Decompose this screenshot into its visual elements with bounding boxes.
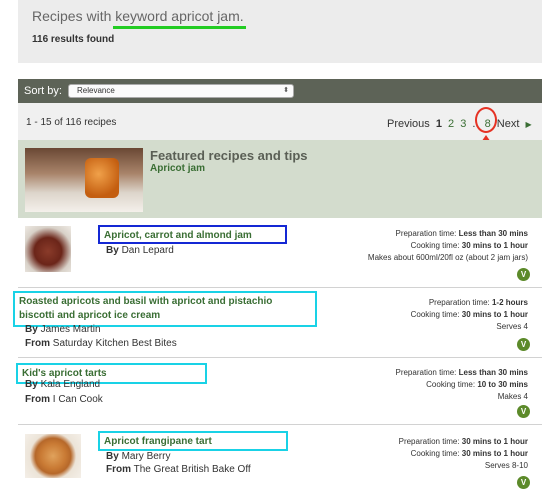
sort-bar: Sort by: Relevance ⬍ [18,79,542,103]
result-count: 116 results found [32,34,115,45]
vegetarian-badge-icon: V [517,405,530,418]
search-header: Recipes with keyword apricot jam. 116 re… [18,0,542,63]
by-label: By [106,245,119,256]
recipe-title-link[interactable]: Roasted apricots and basil with apricot … [13,291,317,327]
author-link[interactable]: Dan Lepard [122,245,174,256]
recipe-row: Roasted apricots and basil with apricot … [13,289,542,358]
recipe-source: From I Can Cook [25,394,103,405]
featured-panel: Featured recipes and tips Apricot jam [18,140,542,218]
yield-text: Serves 4 [496,322,528,331]
results-range: 1 - 15 of 116 recipes [26,117,117,128]
recipe-meta: Preparation time: Less than 30 mins Cook… [395,367,528,403]
recipe-meta: Preparation time: 1-2 hours Cooking time… [411,297,528,333]
next-link[interactable]: Next [497,118,520,130]
yield-text: Makes about 600ml/20fl oz (about 2 jam j… [367,253,528,262]
select-arrows-icon: ⬍ [283,87,289,94]
recipe-meta: Preparation time: 30 mins to 1 hour Cook… [399,436,528,472]
paging-row: 1 - 15 of 116 recipes Previous 1 2 3 .. … [18,103,542,140]
from-label: From [25,338,50,349]
prep-label: Preparation time: [398,437,460,446]
recipe-row: Kid's apricot tarts By Kala England From… [16,359,542,425]
author-link[interactable]: James Martin [41,324,101,335]
by-label: By [106,451,119,462]
featured-subtitle-link[interactable]: Apricot jam [150,163,205,174]
vegetarian-badge-icon: V [517,476,530,489]
search-keyword: keyword apricot jam. [115,8,244,24]
featured-jam-image[interactable] [25,148,143,212]
prep-value: Less than 30 mins [458,229,528,238]
recipe-thumbnail[interactable] [25,434,81,478]
prep-line: Preparation time: 30 mins to 1 hour [399,436,528,448]
recipe-author: By James Martin [25,324,101,335]
recipe-title-line-1: Roasted apricots and basil with apricot … [19,296,273,307]
sort-label: Sort by: [24,85,62,97]
vegetarian-badge-icon: V [517,338,530,351]
source-link[interactable]: I Can Cook [53,394,103,405]
yield-text: Makes 4 [497,392,528,401]
cook-value: 30 mins to 1 hour [461,310,528,319]
from-label: From [25,394,50,405]
from-label: From [106,464,131,475]
by-label: By [25,324,38,335]
recipe-author: By Mary Berry [106,451,170,462]
search-title-prefix: Recipes with [32,8,116,24]
cook-line: Cooking time: 30 mins to 1 hour [368,240,528,252]
recipe-title-line-2: biscotti and apricot ice cream [19,310,161,321]
recipe-row: Apricot frangipane tart By Mary Berry Fr… [18,426,542,496]
page-link-1[interactable]: 1 [436,118,442,130]
recipe-row: Apricot, carrot and almond jam By Dan Le… [18,219,542,288]
cook-label: Cooking time: [426,380,476,389]
prep-value: 1-2 hours [491,298,528,307]
prep-label: Preparation time: [395,368,457,377]
cook-line: Cooking time: 30 mins to 1 hour [411,309,528,321]
sort-selected-value: Relevance [77,86,115,95]
cook-value: 30 mins to 1 hour [461,241,528,250]
featured-title: Featured recipes and tips [150,148,308,163]
recipe-author: By Kala England [25,379,100,390]
by-label: By [25,379,38,390]
sort-select[interactable]: Relevance ⬍ [68,84,294,98]
cook-label: Cooking time: [410,310,460,319]
cook-label: Cooking time: [410,449,460,458]
source-link[interactable]: The Great British Bake Off [134,464,251,475]
yield-text: Serves 8-10 [484,461,528,470]
recipe-thumbnail[interactable] [25,226,71,272]
prep-value: 30 mins to 1 hour [461,437,528,446]
jam-jar-image [85,158,119,198]
pagination: Previous 1 2 3 .. 8 Next ▶ [387,118,535,130]
recipe-title-link[interactable]: Apricot, carrot and almond jam [98,225,287,244]
recipe-title-link[interactable]: Apricot frangipane tart [98,431,288,451]
prep-line: Preparation time: Less than 30 mins [395,367,528,379]
cook-line: Cooking time: 10 to 30 mins [395,379,528,391]
author-link[interactable]: Mary Berry [122,451,171,462]
source-link[interactable]: Saturday Kitchen Best Bites [53,338,177,349]
recipe-meta: Preparation time: Less than 30 mins Cook… [368,228,528,264]
cook-value: 10 to 30 mins [477,380,528,389]
previous-link[interactable]: Previous [387,118,430,130]
recipe-author: By Dan Lepard [106,245,174,256]
prep-label: Preparation time: [428,298,490,307]
recipe-source: From The Great British Bake Off [106,464,251,475]
prep-line: Preparation time: 1-2 hours [411,297,528,309]
cook-label: Cooking time: [410,241,460,250]
page-link-3[interactable]: 3 [460,118,466,130]
prep-value: Less than 30 mins [458,368,528,377]
author-link[interactable]: Kala England [41,379,101,390]
next-arrow-icon[interactable]: ▶ [525,120,531,129]
page-8-highlight-circle [475,107,497,133]
page-link-2[interactable]: 2 [448,118,454,130]
prep-label: Preparation time: [395,229,457,238]
cook-value: 30 mins to 1 hour [461,449,528,458]
search-title: Recipes with keyword apricot jam. [32,8,244,24]
cook-line: Cooking time: 30 mins to 1 hour [399,448,528,460]
vegetarian-badge-icon: V [517,268,530,281]
recipe-source: From Saturday Kitchen Best Bites [25,338,177,349]
prep-line: Preparation time: Less than 30 mins [368,228,528,240]
